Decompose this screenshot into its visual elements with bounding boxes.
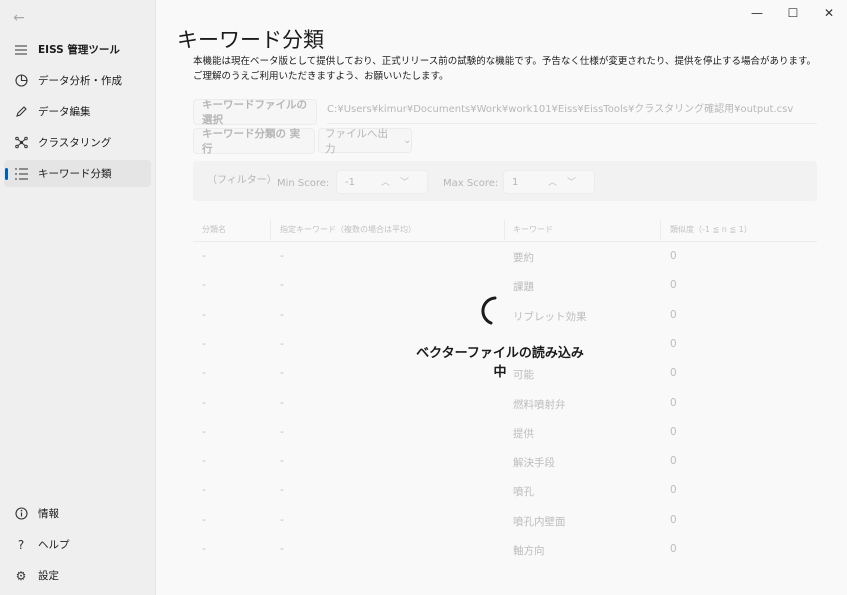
gear-icon: ⚙	[15, 568, 27, 583]
nav-menu-toggle[interactable]: EISS 管理ツール	[4, 36, 151, 63]
loading-spinner-icon	[481, 296, 497, 325]
sidebar: ← EISS 管理ツール データ分析・作成 データ編集 クラスタリング キーワー…	[0, 0, 155, 595]
sidebar-item-label: 情報	[38, 508, 59, 520]
sidebar-item-data-edit[interactable]: データ編集	[4, 98, 151, 125]
pencil-icon	[4, 105, 38, 118]
loading-message: ベクターファイルの読み込み中	[416, 346, 584, 380]
info-icon	[4, 507, 38, 520]
help-icon: ?	[17, 537, 25, 552]
sidebar-item-label: ヘルプ	[38, 539, 70, 551]
sidebar-item-label: データ編集	[38, 106, 91, 118]
sidebar-item-help[interactable]: ? ヘルプ	[4, 531, 151, 558]
loading-overlay: ベクターファイルの読み込み中	[155, 0, 847, 595]
sidebar-item-label: データ分析・作成	[38, 75, 122, 87]
sidebar-item-clustering[interactable]: クラスタリング	[4, 129, 151, 156]
list-icon	[4, 167, 38, 180]
app-window: ← EISS 管理ツール データ分析・作成 データ編集 クラスタリング キーワー…	[0, 0, 847, 595]
sidebar-item-label: キーワード分類	[38, 168, 112, 180]
sidebar-item-label: クラスタリング	[38, 137, 112, 149]
back-arrow-icon[interactable]: ←	[8, 8, 30, 28]
cluster-icon	[4, 136, 38, 149]
sidebar-item-settings[interactable]: ⚙ 設定	[4, 562, 151, 589]
sidebar-item-data-analysis[interactable]: データ分析・作成	[4, 67, 151, 94]
app-title: EISS 管理ツール	[38, 44, 120, 56]
sidebar-item-label: 設定	[38, 570, 59, 582]
hamburger-icon	[4, 44, 38, 55]
sidebar-item-info[interactable]: 情報	[4, 500, 151, 527]
chart-pie-icon	[4, 74, 38, 87]
sidebar-item-keyword-classification[interactable]: キーワード分類	[4, 160, 151, 187]
